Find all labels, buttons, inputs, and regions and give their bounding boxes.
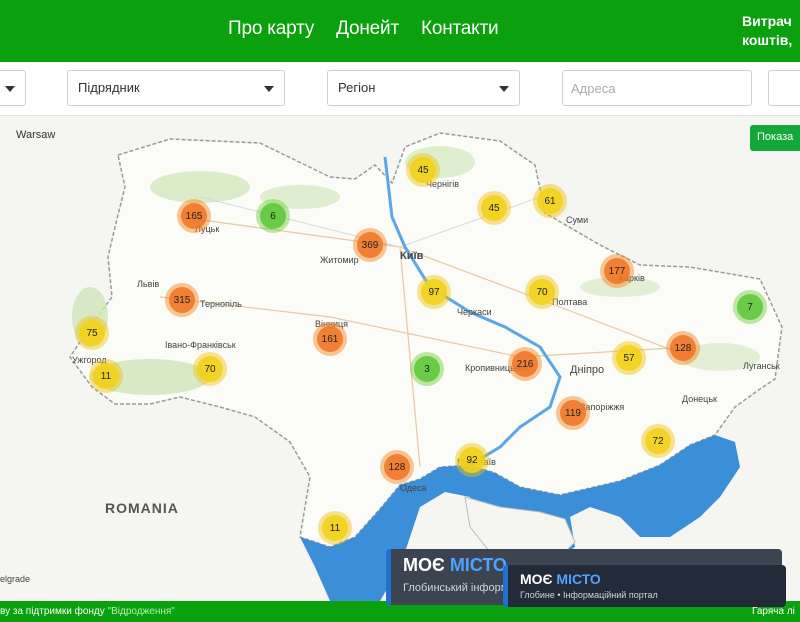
cluster-marker[interactable]: 3 bbox=[410, 352, 444, 386]
cluster-marker[interactable]: 177 bbox=[600, 254, 634, 288]
news-banner-front[interactable]: МОЄ МІСТО Глобине • Інформаційний портал bbox=[503, 565, 786, 607]
cluster-marker[interactable]: 61 bbox=[533, 184, 567, 218]
cluster-count: 177 bbox=[604, 258, 630, 284]
banner-brand-accent: МІСТО bbox=[556, 571, 601, 587]
contractor-select-value: Підрядник bbox=[78, 80, 140, 95]
footer-credit: ву за підтримки фонду "Відродження" bbox=[0, 606, 175, 617]
cluster-marker[interactable]: 75 bbox=[75, 316, 109, 350]
chevron-down-icon bbox=[5, 86, 15, 92]
cluster-count: 11 bbox=[322, 515, 348, 541]
map-label-belgrade: elgrade bbox=[0, 574, 31, 584]
cluster-marker[interactable]: 45 bbox=[406, 153, 440, 187]
hotline-link[interactable]: Гаряча лі bbox=[752, 606, 800, 617]
cluster-marker[interactable]: 57 bbox=[612, 341, 646, 375]
cluster-count: 97 bbox=[421, 279, 447, 305]
cluster-count: 315 bbox=[169, 287, 195, 313]
cluster-count: 128 bbox=[670, 335, 696, 361]
cluster-marker[interactable]: 128 bbox=[380, 450, 414, 484]
filter-bar: Підрядник Регіон bbox=[0, 62, 800, 116]
map-label-romania: ROMANIA bbox=[105, 500, 179, 516]
cluster-marker[interactable]: 7 bbox=[733, 290, 767, 324]
map-label-dnipro: Дніпро bbox=[570, 364, 605, 376]
cluster-count: 45 bbox=[410, 157, 436, 183]
cluster-count: 216 bbox=[512, 351, 538, 377]
banner-subtitle: Глобине • Інформаційний портал bbox=[520, 590, 658, 600]
map-label-odesa: Одеса bbox=[400, 483, 427, 493]
cluster-marker[interactable]: 92 bbox=[455, 443, 489, 477]
cluster-marker[interactable]: 6 bbox=[256, 199, 290, 233]
cluster-marker[interactable]: 70 bbox=[525, 275, 559, 309]
cluster-count: 161 bbox=[317, 326, 343, 352]
spending-link[interactable]: Витрач коштів, bbox=[742, 12, 800, 50]
cluster-marker[interactable]: 70 bbox=[193, 352, 227, 386]
nav-contacts-link[interactable]: Контакти bbox=[421, 18, 499, 40]
banner-brand-part: МОЄ bbox=[403, 555, 450, 575]
cluster-count: 128 bbox=[384, 454, 410, 480]
banner-subtitle: Глобинський інформ bbox=[403, 582, 509, 594]
footer-credit-text: ву за підтримки фонду bbox=[0, 606, 105, 617]
cluster-count: 6 bbox=[260, 203, 286, 229]
cluster-count: 92 bbox=[459, 447, 485, 473]
region-select[interactable]: Регіон bbox=[327, 70, 520, 106]
contractor-select[interactable]: Підрядник bbox=[67, 70, 285, 106]
cluster-marker[interactable]: 72 bbox=[641, 424, 675, 458]
cluster-marker[interactable]: 165 bbox=[177, 199, 211, 233]
map-label-warsaw: Warsaw bbox=[16, 129, 56, 141]
cluster-marker[interactable]: 11 bbox=[318, 511, 352, 545]
cluster-marker[interactable]: 369 bbox=[353, 228, 387, 262]
cluster-count: 72 bbox=[645, 428, 671, 454]
cluster-marker[interactable]: 11 bbox=[89, 359, 123, 393]
footer-fund-link[interactable]: "Відродження" bbox=[108, 606, 175, 617]
region-select-value: Регіон bbox=[338, 80, 376, 95]
cluster-count: 11 bbox=[93, 363, 119, 389]
map-label-kyiv: Київ bbox=[400, 250, 424, 262]
cluster-count: 70 bbox=[197, 356, 223, 382]
cluster-count: 7 bbox=[737, 294, 763, 320]
cluster-count: 45 bbox=[481, 195, 507, 221]
chevron-down-icon bbox=[264, 86, 274, 92]
cluster-count: 61 bbox=[537, 188, 563, 214]
map-label-cherkasy: Черкаси bbox=[457, 307, 492, 317]
filter-select-cut[interactable] bbox=[0, 70, 26, 106]
map-label-zhytomyr: Житомир bbox=[320, 255, 359, 265]
top-header: Про карту Донейт Контакти Витрач коштів, bbox=[0, 0, 800, 62]
cluster-count: 3 bbox=[414, 356, 440, 382]
cluster-count: 57 bbox=[616, 345, 642, 371]
banner-brand: МОЄ МІСТО bbox=[403, 555, 507, 576]
banner-brand-part: МОЄ bbox=[520, 571, 557, 587]
map-label-lviv: Львів bbox=[137, 279, 160, 289]
cluster-count: 369 bbox=[357, 232, 383, 258]
map-canvas[interactable]: Показа Warsaw ROMANIA elgrade Київ Луцьк… bbox=[0, 117, 800, 601]
nav-about-link[interactable]: Про карту bbox=[228, 18, 314, 40]
cluster-marker[interactable]: 315 bbox=[165, 283, 199, 317]
spending-link-line2: коштів, bbox=[742, 32, 793, 48]
chevron-down-icon bbox=[499, 86, 509, 92]
spending-link-line1: Витрач bbox=[742, 13, 792, 29]
main-nav: Про карту Донейт Контакти bbox=[228, 18, 499, 40]
banner-brand-accent: МІСТО bbox=[449, 555, 507, 575]
show-button[interactable]: Показа bbox=[750, 125, 800, 151]
nav-donate-link[interactable]: Донейт bbox=[336, 18, 399, 40]
map-label-ivano: Івано-Франківськ bbox=[165, 340, 236, 350]
cluster-marker[interactable]: 97 bbox=[417, 275, 451, 309]
cluster-count: 75 bbox=[79, 320, 105, 346]
cluster-count: 165 bbox=[181, 203, 207, 229]
cluster-count: 70 bbox=[529, 279, 555, 305]
map-label-donetsk: Донецьк bbox=[682, 394, 717, 404]
cluster-marker[interactable]: 119 bbox=[556, 396, 590, 430]
cluster-marker[interactable]: 128 bbox=[666, 331, 700, 365]
cluster-marker[interactable]: 161 bbox=[313, 322, 347, 356]
banner-brand: МОЄ МІСТО bbox=[520, 571, 601, 587]
cluster-count: 119 bbox=[560, 400, 586, 426]
cluster-marker[interactable]: 45 bbox=[477, 191, 511, 225]
search-button[interactable] bbox=[768, 70, 800, 106]
cluster-marker[interactable]: 216 bbox=[508, 347, 542, 381]
address-input[interactable] bbox=[562, 70, 752, 106]
map-label-sumy: Суми bbox=[566, 215, 589, 225]
map-label-luhansk: Луганськ bbox=[743, 361, 780, 371]
map-label-ternopil: Тернопіль bbox=[200, 299, 242, 309]
